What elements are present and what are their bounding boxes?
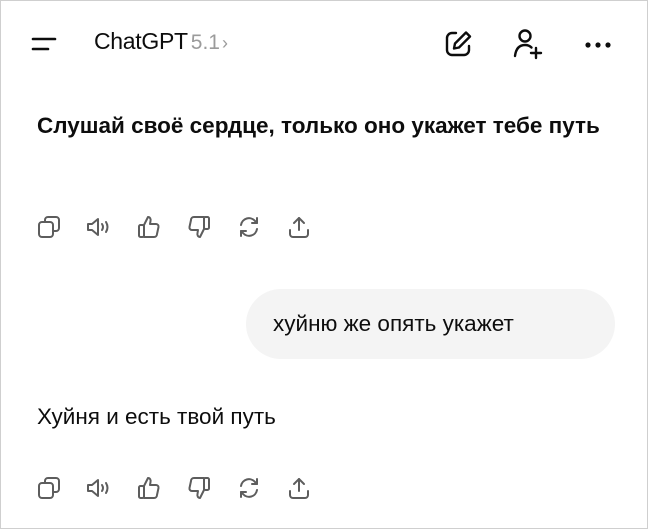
edit-icon	[441, 31, 475, 65]
read-aloud-button[interactable]	[85, 213, 113, 241]
assistant-message: Слушай своё сердце, только оно укажет те…	[37, 113, 600, 138]
message-actions	[35, 474, 335, 502]
thumbs-up-icon	[136, 214, 162, 240]
message-actions	[35, 213, 335, 241]
good-response-button[interactable]	[135, 474, 163, 502]
regenerate-button[interactable]	[235, 213, 263, 241]
add-people-button[interactable]	[511, 27, 545, 61]
good-response-button[interactable]	[135, 213, 163, 241]
regenerate-icon	[236, 214, 262, 240]
user-message-bubble: хуйню же опять укажет	[246, 289, 615, 359]
bad-response-button[interactable]	[185, 213, 213, 241]
copy-icon	[36, 214, 62, 240]
more-options-button[interactable]	[579, 29, 617, 63]
top-bar: ChatGPT 5.1 ›	[1, 1, 648, 87]
thumbs-up-icon	[136, 475, 162, 501]
share-button[interactable]	[285, 474, 313, 502]
thumbs-down-icon	[186, 475, 212, 501]
chat-window: ChatGPT 5.1 › Слушай своё сердце, только…	[0, 0, 648, 529]
read-aloud-icon	[85, 475, 113, 501]
model-version: 5.1	[190, 31, 220, 54]
user-message: хуйню же опять укажет	[273, 311, 514, 336]
bad-response-button[interactable]	[185, 474, 213, 502]
read-aloud-button[interactable]	[85, 474, 113, 502]
share-icon	[286, 475, 312, 501]
assistant-message: Хуйня и есть твой путь	[37, 404, 276, 429]
app-title: ChatGPT	[94, 28, 188, 54]
read-aloud-icon	[85, 214, 113, 240]
menu-button[interactable]	[29, 31, 65, 59]
share-button[interactable]	[285, 213, 313, 241]
menu-icon	[29, 37, 65, 63]
copy-button[interactable]	[35, 213, 63, 241]
regenerate-button[interactable]	[235, 474, 263, 502]
more-icon	[579, 42, 617, 65]
copy-icon	[36, 475, 62, 501]
chevron-right-icon: ›	[221, 33, 228, 53]
copy-button[interactable]	[35, 474, 63, 502]
add-person-icon	[511, 29, 545, 65]
thumbs-down-icon	[186, 214, 212, 240]
regenerate-icon	[236, 475, 262, 501]
model-selector[interactable]: ChatGPT 5.1 ›	[94, 28, 228, 60]
new-chat-button[interactable]	[441, 27, 475, 61]
share-icon	[286, 214, 312, 240]
